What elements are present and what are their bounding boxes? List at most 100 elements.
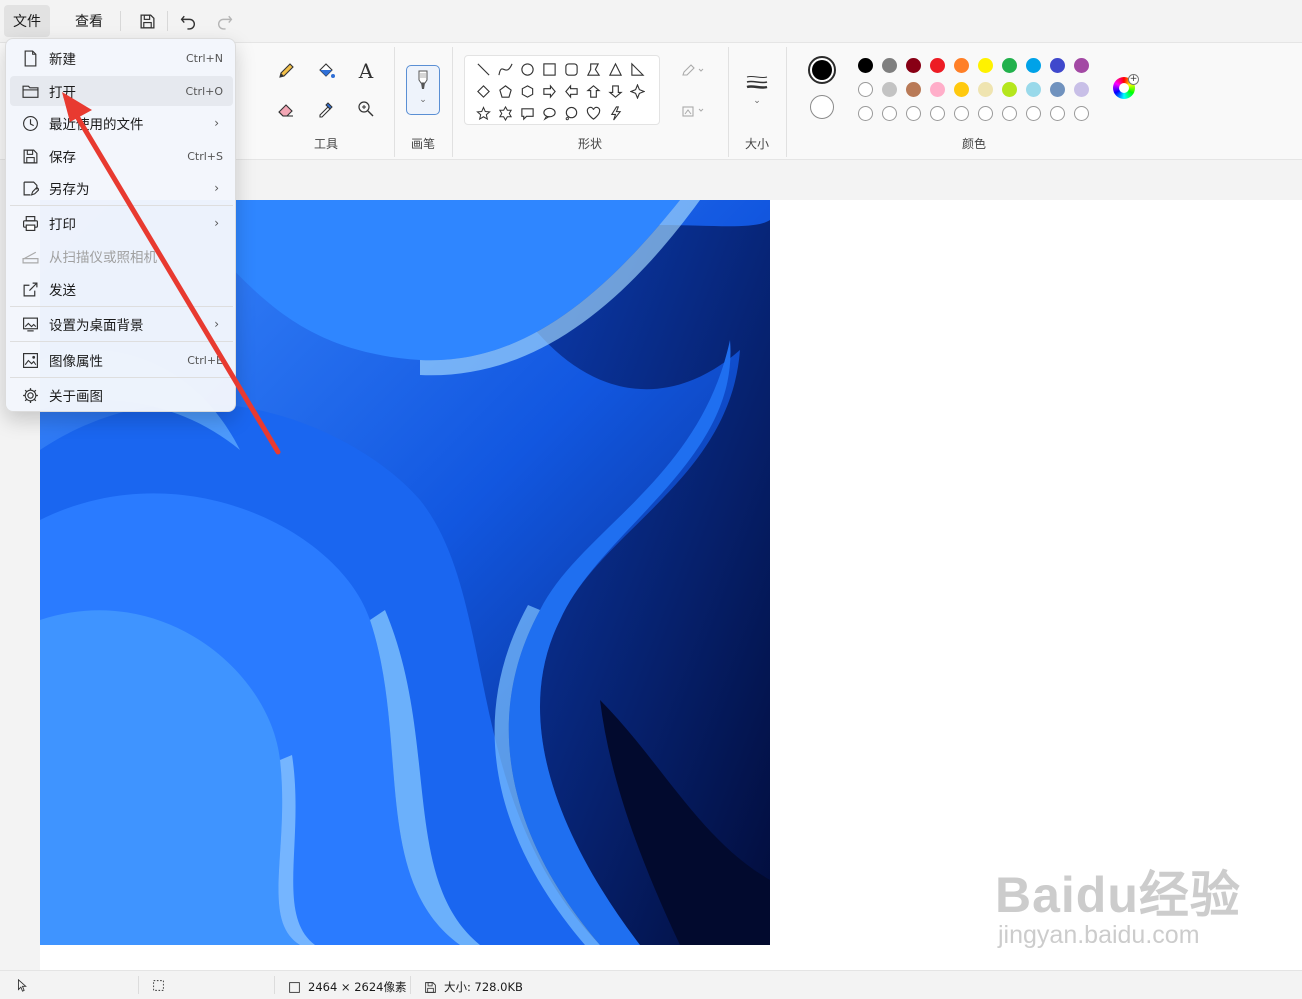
menu-item-label: 保存 <box>49 150 76 166</box>
primary-color[interactable] <box>808 56 836 84</box>
shapes-group-label: 形状 <box>577 137 602 151</box>
shape-rectangle[interactable] <box>539 59 559 79</box>
shape-four-point-star[interactable] <box>627 81 647 101</box>
menu-bar: 文件 查看 <box>0 0 1302 42</box>
shape-right-triangle[interactable] <box>627 59 647 79</box>
color-swatch[interactable] <box>906 58 921 73</box>
oval-callout-shape-icon <box>542 107 556 121</box>
custom-color-slot[interactable] <box>954 106 969 121</box>
color-swatch[interactable] <box>1026 82 1041 97</box>
color-swatch[interactable] <box>1074 58 1089 73</box>
clock-icon <box>22 115 39 132</box>
custom-color-slot[interactable] <box>930 106 945 121</box>
shape-left-arrow[interactable] <box>561 81 581 101</box>
shape-line[interactable] <box>473 59 493 79</box>
shape-pentagon[interactable] <box>495 81 515 101</box>
size-button[interactable]: ⌄ <box>740 65 774 115</box>
custom-color-slot[interactable] <box>882 106 897 121</box>
shape-down-arrow[interactable] <box>605 81 625 101</box>
color-swatch[interactable] <box>1074 82 1089 97</box>
magnifier-tool[interactable] <box>352 95 380 123</box>
color-swatch[interactable] <box>1050 58 1065 73</box>
shape-up-arrow[interactable] <box>583 81 603 101</box>
shape-triangle[interactable] <box>605 59 625 79</box>
outline-style-button[interactable] <box>672 57 712 85</box>
color-swatch[interactable] <box>930 58 945 73</box>
color-swatch[interactable] <box>1050 82 1065 97</box>
fill-style-button[interactable] <box>672 97 712 125</box>
menu-item-open[interactable]: 打开 Ctrl+O <box>10 76 233 106</box>
shape-oval-callout[interactable] <box>539 103 559 123</box>
color-swatch[interactable] <box>858 58 873 73</box>
menu-item-save[interactable]: 保存 Ctrl+S <box>10 141 233 171</box>
shape-five-point-star[interactable] <box>473 103 493 123</box>
menu-item-print[interactable]: 打印 › <box>10 208 233 238</box>
hexagon-shape-icon <box>521 84 533 98</box>
fill-tool[interactable] <box>312 57 340 85</box>
menu-item-label: 从扫描仪或照相机 <box>49 250 157 266</box>
shape-right-arrow[interactable] <box>539 81 559 101</box>
color-picker-tool[interactable] <box>312 95 340 123</box>
color-swatch[interactable] <box>930 82 945 97</box>
eraser-tool[interactable] <box>272 95 300 123</box>
shape-rect-callout[interactable] <box>517 103 537 123</box>
text-tool-icon: A <box>358 59 374 83</box>
secondary-color[interactable] <box>810 95 834 119</box>
brushes-button[interactable]: ⌄ <box>406 65 440 115</box>
shape-diamond[interactable] <box>473 81 493 101</box>
color-swatch[interactable] <box>978 82 993 97</box>
view-menu-button[interactable]: 查看 <box>66 5 112 37</box>
scanner-icon <box>22 248 39 265</box>
color-swatch[interactable] <box>978 58 993 73</box>
quick-save-button[interactable] <box>133 7 161 35</box>
custom-color-slot[interactable] <box>1050 106 1065 121</box>
custom-color-slot[interactable] <box>1074 106 1089 121</box>
color-swatch[interactable] <box>906 82 921 97</box>
shape-cloud-callout[interactable] <box>561 103 581 123</box>
menu-item-new[interactable]: 新建 Ctrl+N <box>10 43 233 73</box>
custom-color-slot[interactable] <box>1002 106 1017 121</box>
menu-item-about[interactable]: 关于画图 <box>10 380 233 410</box>
custom-color-slot[interactable] <box>1026 106 1041 121</box>
pencil-icon <box>279 63 294 78</box>
text-tool[interactable]: A <box>352 57 380 85</box>
custom-color-slot[interactable] <box>906 106 921 121</box>
custom-color-slot[interactable] <box>978 106 993 121</box>
color-swatch[interactable] <box>1002 82 1017 97</box>
pencil-tool[interactable] <box>272 57 300 85</box>
file-menu-button[interactable]: 文件 <box>4 5 50 37</box>
right-triangle-shape-icon <box>630 62 644 76</box>
redo-button[interactable] <box>210 7 238 35</box>
shape-heart[interactable] <box>583 103 603 123</box>
shape-six-point-star[interactable] <box>495 103 515 123</box>
menu-item-recent-files[interactable]: 最近使用的文件 › <box>10 108 233 138</box>
color-swatch[interactable] <box>882 58 897 73</box>
shape-hexagon[interactable] <box>517 81 537 101</box>
color-swatch[interactable] <box>1002 58 1017 73</box>
save-icon <box>139 13 155 29</box>
ribbon-divider <box>728 47 729 157</box>
edit-colors-button[interactable]: + <box>1113 74 1139 101</box>
shape-lightning[interactable] <box>605 103 625 123</box>
baidu-watermark: Baidu经验 jingyan.baidu.com <box>995 855 1241 950</box>
shape-rounded-rectangle[interactable] <box>561 59 581 79</box>
undo-button[interactable] <box>174 7 202 35</box>
save-icon <box>22 148 39 165</box>
oval-shape-icon <box>520 62 534 76</box>
shape-curve[interactable] <box>495 59 515 79</box>
primary-color-fill <box>812 60 832 80</box>
menu-item-save-as[interactable]: 另存为 › <box>10 173 233 203</box>
shape-oval[interactable] <box>517 59 537 79</box>
menu-item-send[interactable]: 发送 <box>10 274 233 304</box>
shape-polygon[interactable] <box>583 59 603 79</box>
color-swatch[interactable] <box>882 82 897 97</box>
color-swatch[interactable] <box>858 82 873 97</box>
color-swatch[interactable] <box>954 58 969 73</box>
fill-icon <box>682 106 704 117</box>
custom-color-slot[interactable] <box>858 106 873 121</box>
menu-item-set-desktop-background[interactable]: 设置为桌面背景 › <box>10 309 233 339</box>
color-swatch[interactable] <box>1026 58 1041 73</box>
ribbon-divider <box>394 47 395 157</box>
color-swatch[interactable] <box>954 82 969 97</box>
menu-item-image-properties[interactable]: 图像属性 Ctrl+E <box>10 345 233 375</box>
